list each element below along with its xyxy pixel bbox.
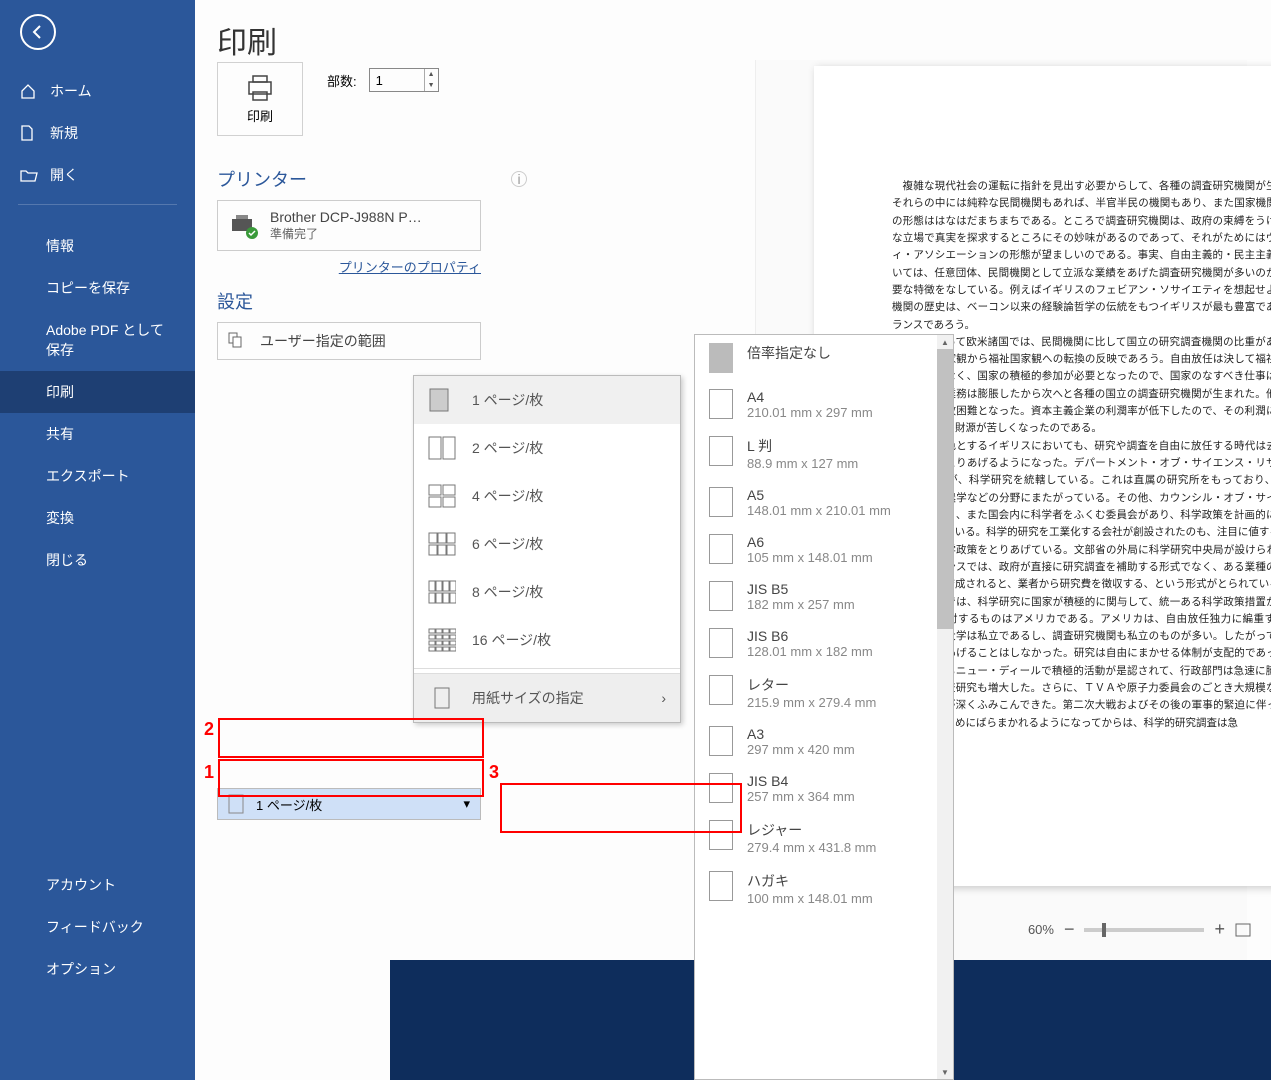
paper-size-option-A3[interactable]: A3297 mm x 420 mm bbox=[695, 718, 937, 765]
sidebar-item-エクスポート[interactable]: エクスポート bbox=[0, 455, 195, 497]
zoom-in-button[interactable]: + bbox=[1214, 919, 1225, 940]
zoom-control: 60% − + bbox=[1028, 919, 1251, 940]
printer-status-icon bbox=[230, 213, 260, 239]
paper-size-option-A6[interactable]: A6105 mm x 148.01 mm bbox=[695, 526, 937, 573]
page-outline-icon bbox=[709, 726, 733, 756]
pages-per-sheet-option[interactable]: 8 ページ/枚 bbox=[414, 568, 680, 616]
chevron-right-icon: › bbox=[661, 690, 666, 706]
sidebar-item-ホーム[interactable]: ホーム bbox=[0, 70, 195, 112]
page-outline-icon bbox=[709, 436, 733, 466]
pages-per-sheet-option[interactable]: 16 ページ/枚 bbox=[414, 616, 680, 664]
info-icon[interactable]: i bbox=[511, 171, 527, 187]
sidebar-item-情報[interactable]: 情報 bbox=[0, 225, 195, 267]
zoom-slider[interactable] bbox=[1084, 928, 1204, 932]
copies-label: 部数: bbox=[327, 71, 357, 90]
main-area: 印刷 印刷 部数: 1 ▲▼ プリンター i Brother DCP-J988N… bbox=[195, 0, 1271, 1080]
zoom-value: 60% bbox=[1028, 922, 1054, 937]
sidebar-item-新規[interactable]: 新規 bbox=[0, 112, 195, 154]
paper-size-option-L 判[interactable]: L 判88.9 mm x 127 mm bbox=[695, 428, 937, 479]
paper-size-submenu[interactable]: 用紙サイズの指定› bbox=[414, 673, 680, 722]
printer-section-title: プリンター bbox=[217, 166, 307, 192]
pages-layout-icon bbox=[428, 628, 456, 652]
page-outline-icon bbox=[709, 534, 733, 564]
paper-size-popup: 倍率指定なし A4210.01 mm x 297 mm L 判88.9 mm x… bbox=[694, 334, 954, 1080]
page-outline-icon bbox=[709, 581, 733, 611]
spinner-up-icon[interactable]: ▲ bbox=[425, 69, 438, 80]
page-outline-icon bbox=[709, 487, 733, 517]
scrollbar-track[interactable]: ▲ ▼ bbox=[937, 335, 953, 1079]
paper-size-icon bbox=[428, 686, 456, 710]
printer-selector[interactable]: Brother DCP-J988N P… 準備完了 bbox=[217, 200, 481, 251]
sidebar-item-共有[interactable]: 共有 bbox=[0, 413, 195, 455]
paper-size-option-JIS B5[interactable]: JIS B5182 mm x 257 mm bbox=[695, 573, 937, 620]
folder-icon bbox=[20, 168, 38, 182]
sidebar-item-フィードバック[interactable]: フィードバック bbox=[0, 906, 195, 948]
sidebar-item-変換[interactable]: 変換 bbox=[0, 497, 195, 539]
paper-size-option-ハガキ[interactable]: ハガキ100 mm x 148.01 mm bbox=[695, 863, 937, 914]
pages-per-sheet-option[interactable]: 2 ページ/枚 bbox=[414, 424, 680, 472]
chevron-down-icon: ▾ bbox=[463, 796, 470, 812]
page-outline-icon bbox=[709, 871, 733, 901]
sidebar-item-Adobe PDF として保存[interactable]: Adobe PDF として保存 bbox=[0, 309, 195, 371]
arrow-left-icon bbox=[30, 24, 46, 40]
pages-layout-icon bbox=[428, 388, 456, 412]
page-title: 印刷 bbox=[195, 0, 1271, 62]
file-icon bbox=[20, 125, 38, 141]
scroll-up-icon[interactable]: ▲ bbox=[937, 335, 953, 349]
page-outline-icon bbox=[709, 343, 733, 373]
paper-size-option-A4[interactable]: A4210.01 mm x 297 mm bbox=[695, 381, 937, 428]
fit-page-icon[interactable] bbox=[1235, 923, 1251, 937]
scroll-down-icon[interactable]: ▼ bbox=[937, 1065, 953, 1079]
page-icon bbox=[228, 794, 246, 814]
printer-icon bbox=[245, 74, 275, 102]
pages-per-sheet-popup: 1 ページ/枚2 ページ/枚4 ページ/枚6 ページ/枚8 ページ/枚16 ペー… bbox=[413, 375, 681, 723]
sidebar-item-オプション[interactable]: オプション bbox=[0, 948, 195, 990]
page-range-selector[interactable]: ユーザー指定の範囲 bbox=[217, 322, 481, 360]
pages-layout-icon bbox=[428, 484, 456, 508]
sidebar-item-開く[interactable]: 開く bbox=[0, 154, 195, 196]
scrollbar-thumb[interactable] bbox=[937, 349, 953, 629]
back-button[interactable] bbox=[20, 14, 56, 50]
sidebar-item-印刷[interactable]: 印刷 bbox=[0, 371, 195, 413]
pages-per-sheet-option[interactable]: 1 ページ/枚 bbox=[414, 376, 680, 424]
settings-section-title: 設定 bbox=[217, 288, 253, 314]
print-button[interactable]: 印刷 bbox=[217, 62, 303, 136]
page-outline-icon bbox=[709, 675, 733, 705]
pages-per-sheet-dropdown[interactable]: 1 ページ/枚 ▾ bbox=[217, 788, 481, 820]
paper-size-option-倍率指定なし[interactable]: 倍率指定なし bbox=[695, 335, 937, 381]
page-outline-icon bbox=[709, 628, 733, 658]
pages-layout-icon bbox=[428, 580, 456, 604]
backstage-sidebar: ホーム新規開く 情報コピーを保存Adobe PDF として保存印刷共有エクスポー… bbox=[0, 0, 195, 1080]
home-icon bbox=[20, 83, 38, 99]
paper-size-option-JIS B4[interactable]: JIS B4257 mm x 364 mm bbox=[695, 765, 937, 812]
pages-layout-icon bbox=[428, 436, 456, 460]
pages-per-sheet-option[interactable]: 4 ページ/枚 bbox=[414, 472, 680, 520]
pages-icon bbox=[228, 332, 250, 350]
paper-size-option-レジャー[interactable]: レジャー279.4 mm x 431.8 mm bbox=[695, 812, 937, 863]
zoom-out-button[interactable]: − bbox=[1064, 919, 1075, 940]
page-outline-icon bbox=[709, 820, 733, 850]
pages-layout-icon bbox=[428, 532, 456, 556]
sidebar-item-アカウント[interactable]: アカウント bbox=[0, 864, 195, 906]
paper-size-option-レター[interactable]: レター215.9 mm x 279.4 mm bbox=[695, 667, 937, 718]
spinner-down-icon[interactable]: ▼ bbox=[425, 80, 438, 91]
paper-size-option-JIS B6[interactable]: JIS B6128.01 mm x 182 mm bbox=[695, 620, 937, 667]
page-outline-icon bbox=[709, 389, 733, 419]
preview-paragraph: 複雑な現代社会の運転に指針を見出す必要からして、各種の調査研究機関が生まれたが、… bbox=[892, 178, 1271, 334]
printer-properties-link[interactable]: プリンターのプロパティ bbox=[339, 260, 481, 275]
sidebar-item-コピーを保存[interactable]: コピーを保存 bbox=[0, 267, 195, 309]
sidebar-item-閉じる[interactable]: 閉じる bbox=[0, 539, 195, 581]
page-outline-icon bbox=[709, 773, 733, 803]
paper-size-option-A5[interactable]: A5148.01 mm x 210.01 mm bbox=[695, 479, 937, 526]
pages-per-sheet-option[interactable]: 6 ページ/枚 bbox=[414, 520, 680, 568]
copies-input[interactable]: 1 ▲▼ bbox=[369, 68, 439, 92]
